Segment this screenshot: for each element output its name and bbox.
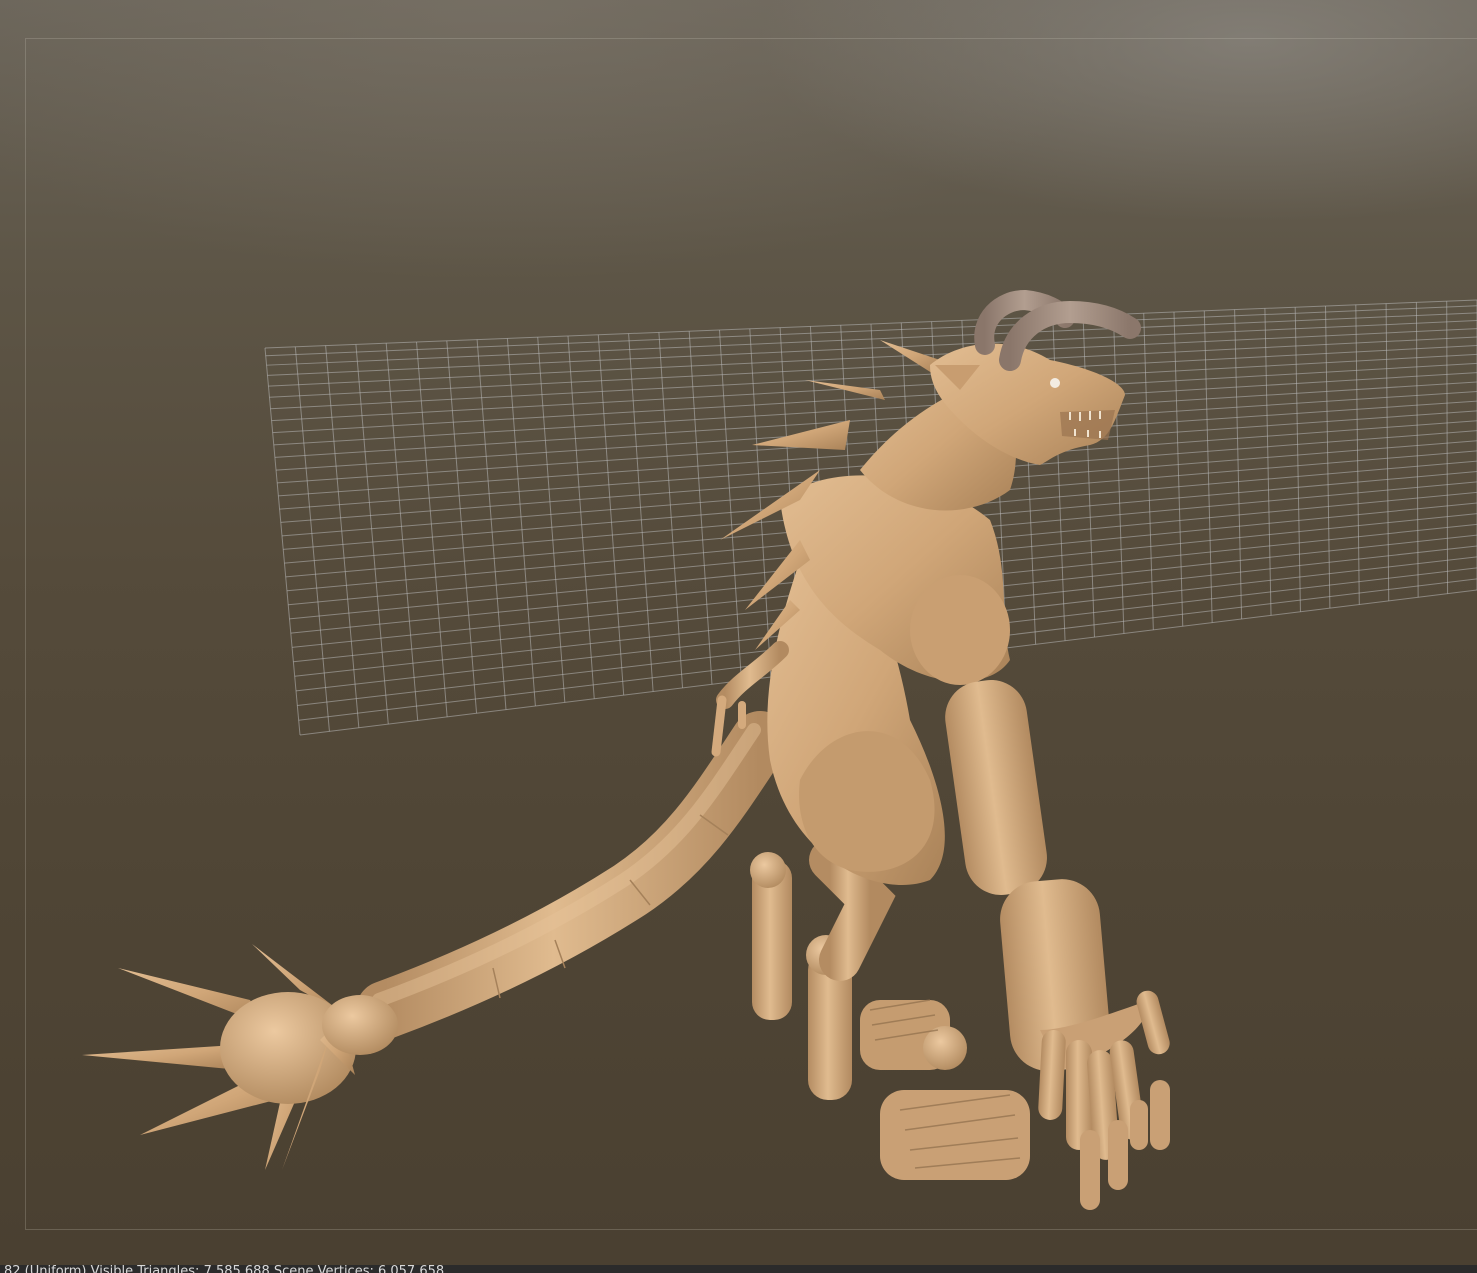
tail bbox=[356, 711, 789, 1039]
legs bbox=[750, 839, 1030, 1180]
grid-line bbox=[355, 344, 389, 725]
grid-line bbox=[264, 347, 301, 736]
status-bar: 82 (Uniform) Visible Triangles: 7,585,68… bbox=[0, 1265, 1477, 1273]
horns bbox=[974, 289, 1141, 371]
grid-line bbox=[325, 345, 360, 728]
tail-mace bbox=[82, 944, 398, 1170]
creature-model[interactable] bbox=[82, 289, 1172, 1210]
grid-line bbox=[294, 346, 330, 732]
grid-line bbox=[385, 343, 419, 721]
grid-line bbox=[416, 341, 448, 717]
scene-canvas[interactable] bbox=[0, 0, 1477, 1265]
3d-viewport[interactable] bbox=[0, 0, 1477, 1265]
status-text: 82 (Uniform) Visible Triangles: 7,585,68… bbox=[4, 1265, 445, 1273]
